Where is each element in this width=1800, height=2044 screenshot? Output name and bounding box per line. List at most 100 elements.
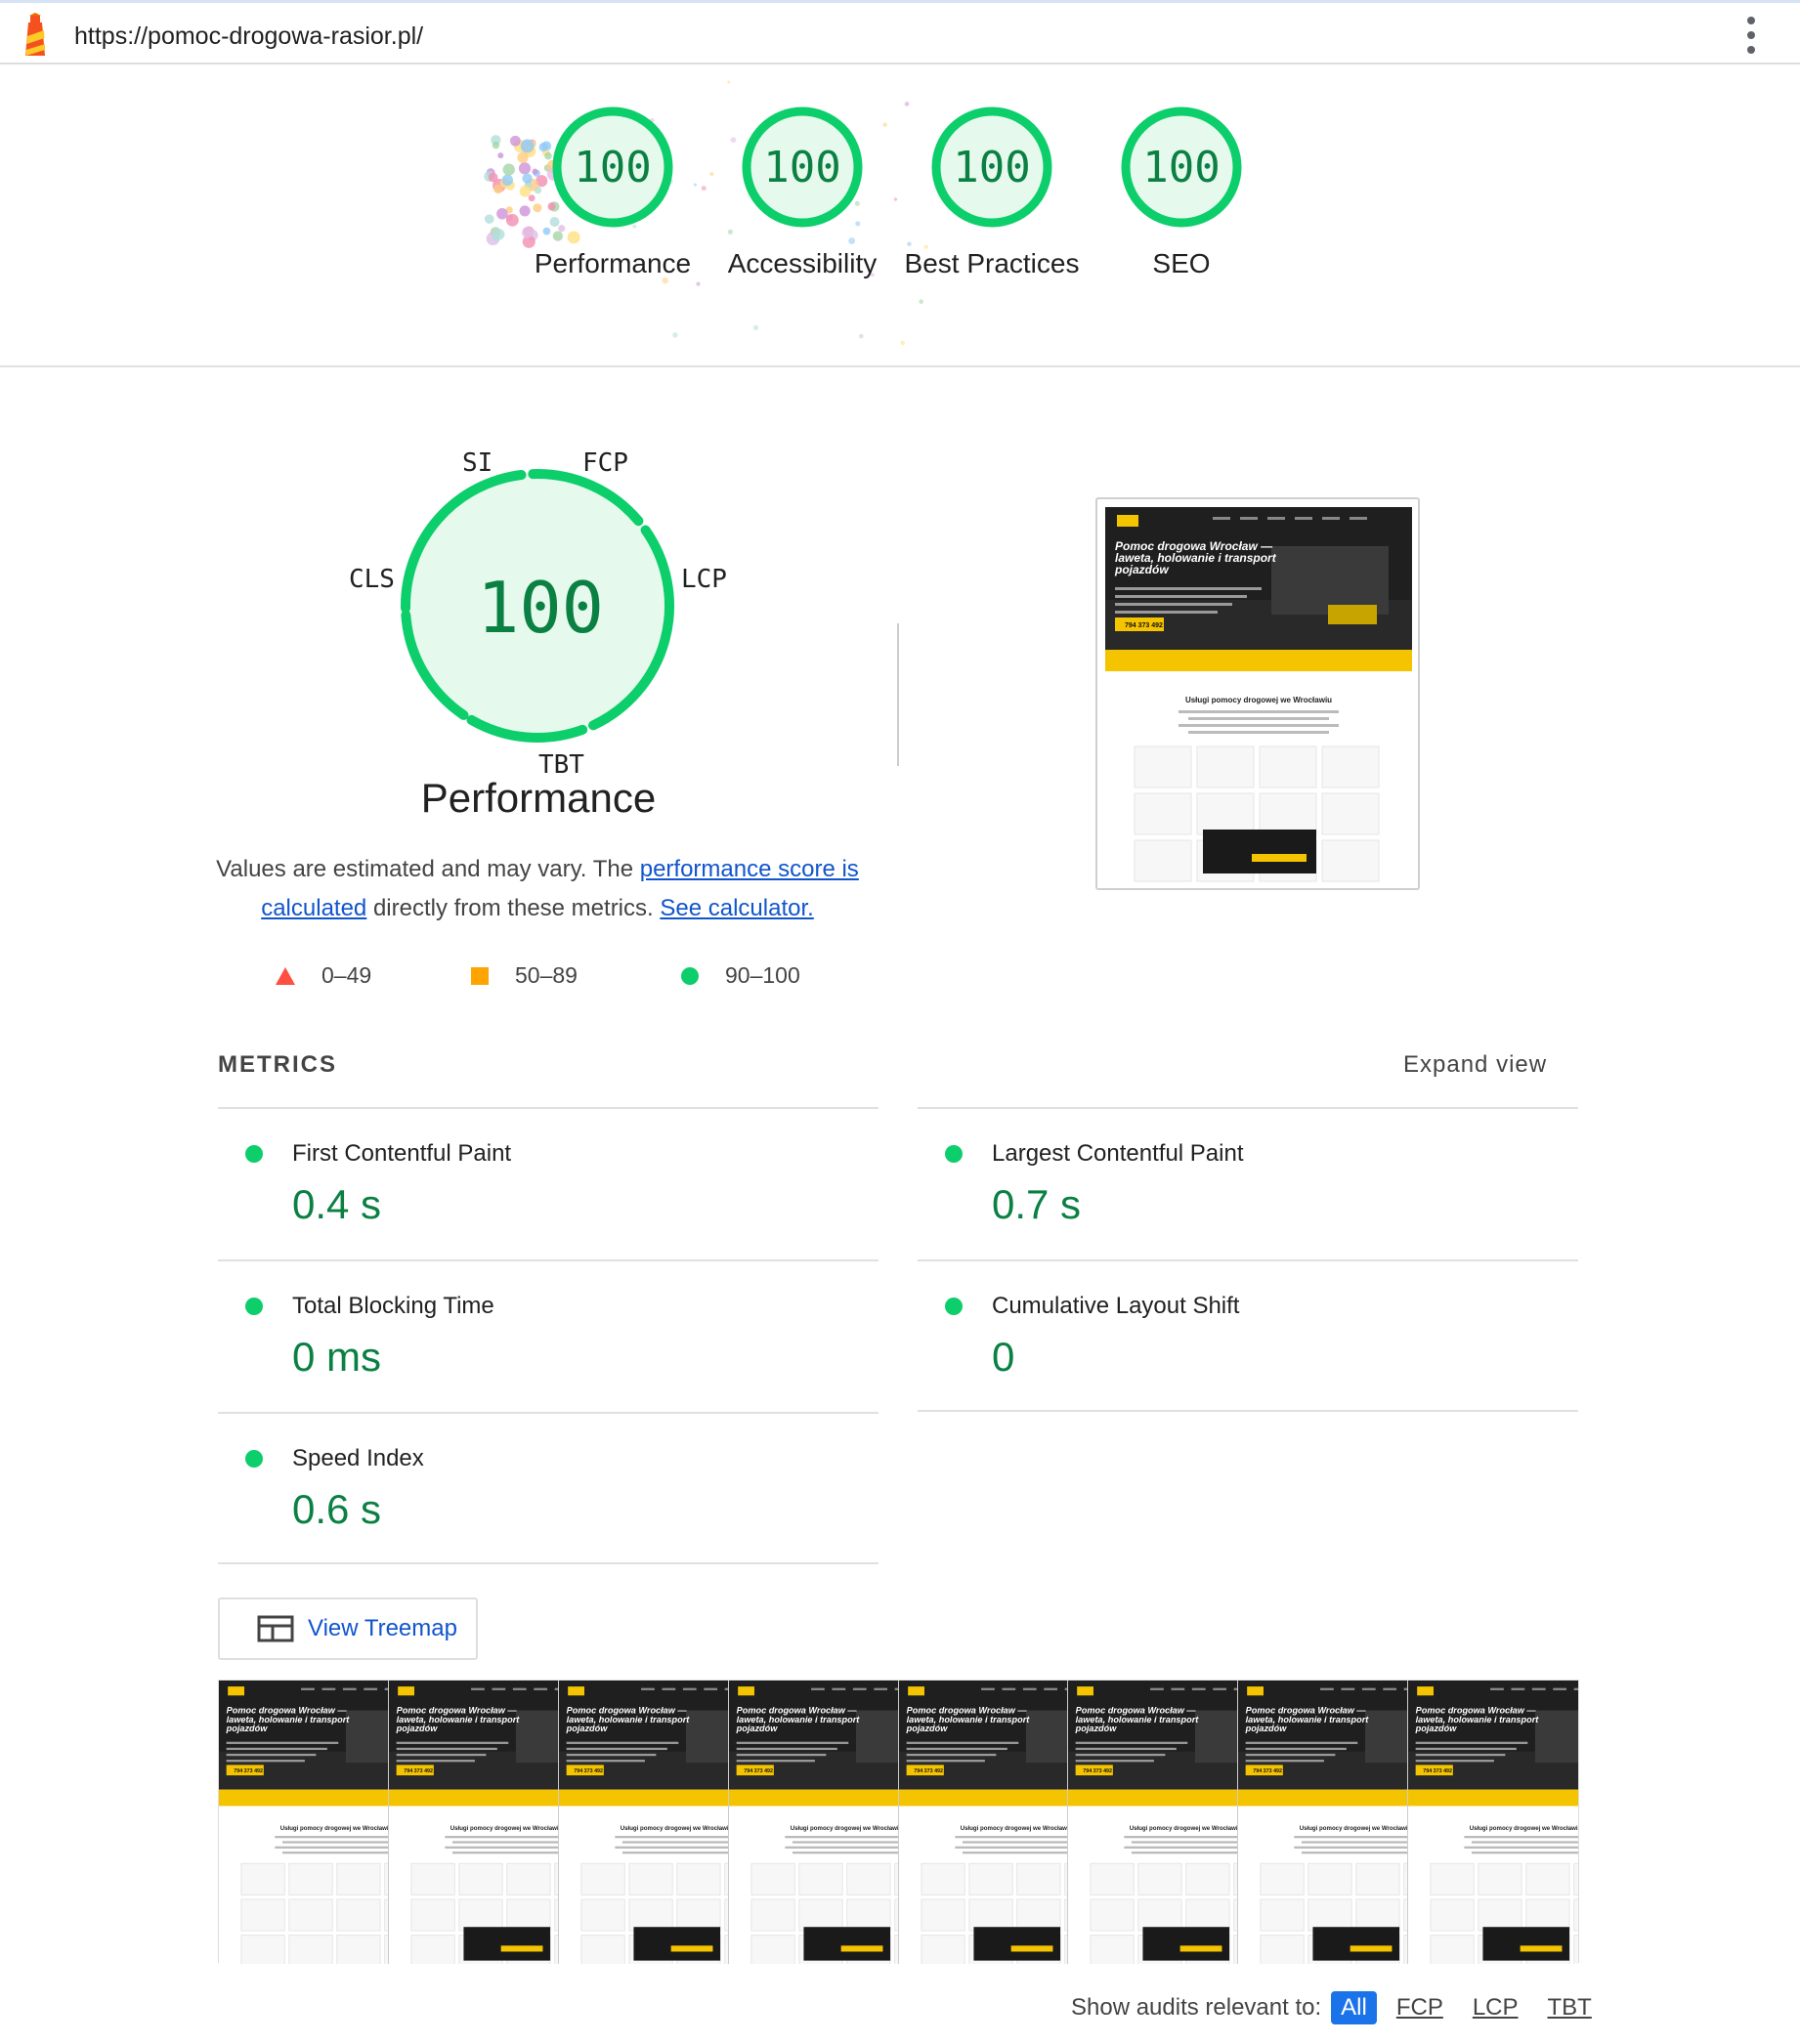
legend-range: 0–49 bbox=[321, 962, 372, 988]
legend-pass: 90–100 bbox=[680, 962, 800, 989]
filmstrip-frame: Pomoc drogowa Wrocław — laweta, holowanie… bbox=[1068, 1681, 1239, 1964]
services-text-line bbox=[1302, 1841, 1408, 1844]
service-card bbox=[845, 1898, 891, 1932]
service-card bbox=[1185, 1898, 1230, 1932]
services-title: Usługi pomocy drogowej we Wrocławiu bbox=[960, 1825, 1068, 1832]
divider bbox=[218, 1562, 879, 1564]
services-text-line bbox=[954, 1846, 1068, 1849]
nav-link bbox=[640, 1687, 655, 1690]
services-text-line bbox=[1294, 1835, 1408, 1839]
service-card bbox=[1321, 745, 1380, 788]
services-text-line bbox=[621, 1852, 728, 1854]
site-logo bbox=[1247, 1686, 1264, 1696]
nav-link bbox=[1362, 1687, 1376, 1690]
score-header: 100 Performance 100 Accessibility 100 Best Pr… bbox=[0, 64, 1800, 367]
nav-link bbox=[1022, 1687, 1037, 1690]
services-title: Usługi pomocy drogowej we Wrocławiu bbox=[790, 1825, 898, 1832]
service-card bbox=[1196, 745, 1255, 788]
nav-link bbox=[1240, 517, 1258, 520]
metric-title: Total Blocking Time bbox=[292, 1293, 494, 1319]
note-text: Values are estimated and may vary. The bbox=[216, 856, 640, 882]
services-text-line bbox=[445, 1846, 558, 1849]
filmstrip-frame: Pomoc drogowa Wrocław — laweta, holowanie… bbox=[558, 1681, 729, 1964]
gauge-label-si: SI bbox=[462, 448, 493, 478]
gauge-seo[interactable]: 100 SEO bbox=[1084, 104, 1279, 283]
hero-phone: 794 373 492 bbox=[914, 1768, 943, 1774]
square-icon bbox=[471, 966, 489, 985]
hero-phone: 794 373 492 bbox=[1254, 1768, 1283, 1774]
hero-phone: 794 373 492 bbox=[404, 1768, 433, 1774]
confetti-dot bbox=[488, 172, 498, 183]
pass-circle-icon bbox=[945, 1298, 963, 1315]
services-text-line bbox=[451, 1841, 558, 1844]
service-card bbox=[240, 1935, 285, 1964]
metrics-heading: METRICS bbox=[218, 1051, 337, 1078]
filmstrip-frame-image: Pomoc drogowa Wrocław — laweta, holowanie… bbox=[388, 1681, 558, 1964]
gauge-best-practices[interactable]: 100 Best Practices bbox=[894, 104, 1090, 283]
feature-strip bbox=[219, 1789, 388, 1807]
view-treemap-label: View Treemap bbox=[308, 1615, 457, 1641]
cookie-banner bbox=[633, 1927, 720, 1961]
hero-text-line bbox=[566, 1760, 645, 1763]
service-card bbox=[1321, 792, 1380, 835]
hero-text-line bbox=[396, 1760, 475, 1763]
gauge-accessibility[interactable]: 100 Accessibility bbox=[705, 104, 900, 283]
services-text-line bbox=[784, 1846, 898, 1849]
hero-text-line bbox=[1115, 587, 1262, 590]
performance-score: 100 bbox=[476, 567, 605, 649]
more-vert-icon[interactable] bbox=[1741, 17, 1761, 54]
gauge-label: Best Practices bbox=[904, 248, 1080, 278]
services-title: Usługi pomocy drogowej we Wrocławiu bbox=[1130, 1825, 1238, 1832]
nav-link bbox=[321, 1687, 336, 1690]
hero-text-line bbox=[1245, 1741, 1358, 1744]
service-card bbox=[506, 1898, 551, 1932]
nav-link bbox=[704, 1687, 717, 1690]
nav-link bbox=[1322, 517, 1340, 520]
filter-chip-all[interactable]: All bbox=[1331, 1991, 1377, 2024]
hero-text-line bbox=[1245, 1753, 1336, 1757]
service-card bbox=[750, 1898, 795, 1932]
hero-text-line bbox=[566, 1753, 657, 1757]
metric-value: 0 ms bbox=[292, 1334, 382, 1380]
services-text-line bbox=[451, 1852, 558, 1854]
view-treemap-button[interactable]: View Treemap bbox=[218, 1597, 478, 1660]
nav-link bbox=[364, 1687, 378, 1690]
metric-tbt: Total Blocking Time 0 ms bbox=[218, 1259, 879, 1411]
hero-phone: 794 373 492 bbox=[574, 1768, 603, 1774]
service-card bbox=[1134, 792, 1192, 835]
filter-chip-fcp[interactable]: FCP bbox=[1387, 1991, 1453, 2024]
gauge-label: SEO bbox=[1152, 248, 1211, 278]
feature-strip bbox=[1238, 1789, 1408, 1807]
services-text-line bbox=[1188, 717, 1329, 720]
service-card bbox=[628, 1862, 673, 1895]
service-card bbox=[240, 1898, 285, 1932]
gauge-label-cls: CLS bbox=[349, 565, 395, 594]
filmstrip-frame: Pomoc drogowa Wrocław — laweta, holowanie… bbox=[219, 1681, 389, 1964]
hero-text-line bbox=[906, 1741, 1018, 1744]
see-calculator-link[interactable]: See calculator. bbox=[660, 895, 813, 921]
filter-chip-tbt[interactable]: TBT bbox=[1538, 1991, 1602, 2024]
service-card bbox=[676, 1898, 721, 1932]
service-card bbox=[288, 1862, 333, 1895]
hero-text-line bbox=[736, 1741, 848, 1744]
hero-text-line bbox=[566, 1747, 667, 1751]
final-screenshot[interactable]: Pomoc drogowa Wrocław — laweta, holowanie… bbox=[1095, 497, 1420, 890]
divider bbox=[897, 623, 899, 766]
expand-view-toggle[interactable]: Expand view bbox=[1403, 1051, 1547, 1079]
feature-strip bbox=[1105, 650, 1412, 671]
pass-circle-icon bbox=[245, 1298, 263, 1315]
filmstrip-frame-image: Pomoc drogowa Wrocław — laweta, holowanie… bbox=[1068, 1681, 1238, 1964]
filter-chip-lcp[interactable]: LCP bbox=[1463, 1991, 1528, 2024]
hero-text-line bbox=[1076, 1747, 1178, 1751]
gauge-label: Performance bbox=[534, 248, 692, 278]
gauge-performance[interactable]: 100 Performance bbox=[515, 104, 710, 283]
hero-photo bbox=[1271, 546, 1389, 615]
filmstrip-frame-image: Pomoc drogowa Wrocław — laweta, holowanie… bbox=[1408, 1681, 1578, 1964]
metric-lcp: Largest Contentful Paint 0.7 s bbox=[918, 1107, 1578, 1258]
hero-text-line bbox=[1115, 603, 1232, 606]
nav-link bbox=[810, 1687, 825, 1690]
service-card bbox=[676, 1862, 721, 1895]
confetti-dot bbox=[900, 340, 906, 346]
cookie-accept bbox=[500, 1945, 543, 1952]
divider bbox=[918, 1410, 1578, 1412]
